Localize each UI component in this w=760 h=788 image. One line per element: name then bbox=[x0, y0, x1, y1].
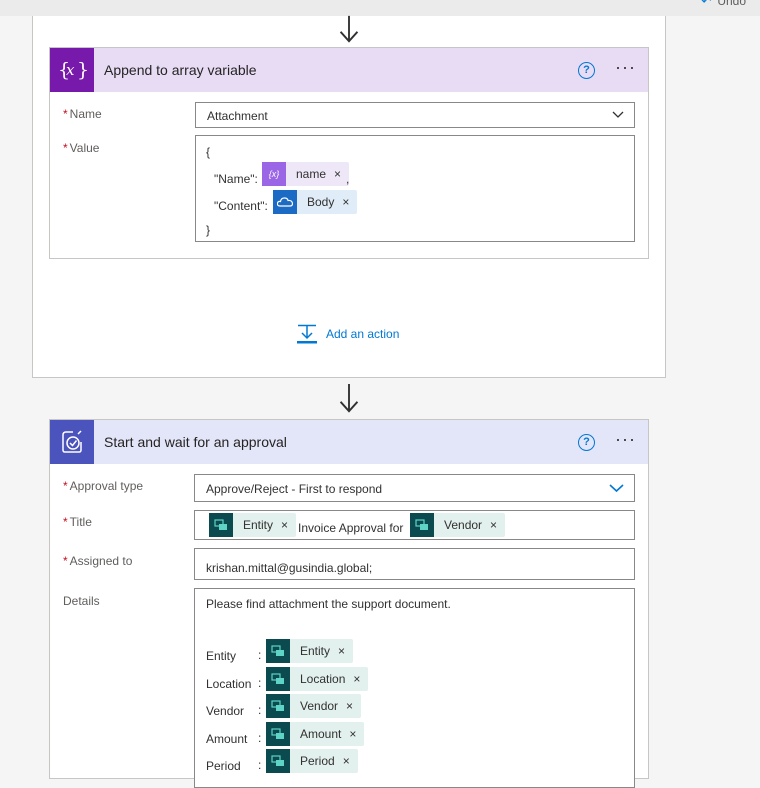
help-icon[interactable]: ? bbox=[578, 433, 596, 451]
name-token[interactable]: {x} name × bbox=[262, 162, 350, 186]
chevron-down-icon bbox=[612, 111, 624, 118]
remove-token-icon[interactable]: × bbox=[273, 518, 296, 532]
approval-type-dropdown[interactable]: Approve/Reject - First to respond bbox=[194, 474, 635, 502]
details-label: Details bbox=[63, 594, 100, 608]
chevron-down-icon bbox=[609, 484, 624, 493]
undo-button[interactable]: ↶ Undo bbox=[701, 0, 746, 8]
name-label: * Name bbox=[63, 107, 102, 121]
dataverse-icon bbox=[410, 513, 434, 537]
undo-icon: ↶ bbox=[701, 0, 712, 8]
remove-token-icon[interactable]: × bbox=[345, 672, 368, 686]
add-action-icon bbox=[297, 324, 317, 344]
append-card-header[interactable]: { x } Append to array variable ? ··· bbox=[50, 48, 648, 92]
entity-token[interactable]: Entity × bbox=[209, 513, 297, 537]
period-token[interactable]: Period × bbox=[266, 749, 358, 773]
title-label: * Title bbox=[63, 515, 92, 529]
help-icon[interactable]: ? bbox=[578, 61, 596, 79]
approval-card-header[interactable]: Start and wait for an approval ? ··· bbox=[50, 420, 648, 464]
vendor-token[interactable]: Vendor × bbox=[266, 694, 362, 718]
top-bar bbox=[0, 0, 760, 16]
svg-text:x: x bbox=[66, 61, 75, 79]
assigned-to-input[interactable]: krishan.mittal@gusindia.global; bbox=[194, 548, 635, 580]
variable-icon: { x } bbox=[50, 48, 94, 92]
amount-token[interactable]: Amount × bbox=[266, 722, 365, 746]
remove-token-icon[interactable]: × bbox=[482, 518, 505, 532]
svg-text:}: } bbox=[77, 59, 87, 81]
more-options-icon[interactable]: ··· bbox=[615, 430, 636, 450]
dataverse-icon bbox=[266, 694, 290, 718]
approval-type-label: * Approval type bbox=[63, 479, 144, 493]
flow-arrow-icon bbox=[339, 15, 359, 43]
dataverse-icon bbox=[209, 513, 233, 537]
add-action-button[interactable]: Add an action bbox=[296, 324, 399, 344]
onedrive-icon bbox=[273, 190, 297, 214]
append-to-array-card: { x } Append to array variable ? ··· *Na… bbox=[49, 47, 649, 259]
location-token[interactable]: Location × bbox=[266, 667, 369, 691]
name-dropdown[interactable]: Attachment bbox=[195, 102, 635, 128]
dataverse-icon bbox=[266, 749, 290, 773]
dataverse-icon bbox=[266, 667, 290, 691]
title-field[interactable]: Entity × Invoice Approval for Vendor × bbox=[194, 510, 635, 540]
remove-token-icon[interactable]: × bbox=[338, 699, 361, 713]
dataverse-icon bbox=[266, 722, 290, 746]
dataverse-icon bbox=[266, 639, 290, 663]
variable-icon: {x} bbox=[262, 162, 286, 186]
value-label: * Value bbox=[63, 141, 100, 155]
remove-token-icon[interactable]: × bbox=[341, 727, 364, 741]
entity-token[interactable]: Entity × bbox=[266, 639, 354, 663]
more-options-icon[interactable]: ··· bbox=[615, 58, 636, 78]
approval-card: Start and wait for an approval ? ··· * Ap… bbox=[49, 419, 649, 788]
remove-token-icon[interactable]: × bbox=[334, 195, 357, 209]
vendor-token[interactable]: Vendor × bbox=[410, 513, 506, 537]
approval-card-title: Start and wait for an approval bbox=[104, 434, 287, 450]
assigned-to-label: * Assigned to bbox=[63, 554, 133, 568]
approval-icon bbox=[50, 420, 94, 464]
remove-token-icon[interactable]: × bbox=[330, 644, 353, 658]
flow-arrow-icon bbox=[339, 384, 359, 413]
body-token[interactable]: Body × bbox=[273, 190, 358, 214]
details-editor[interactable]: Please find attachment the support docum… bbox=[194, 588, 635, 788]
value-editor[interactable]: { "Name": {x} name × , "Content": Body ×… bbox=[195, 135, 635, 242]
append-card-title: Append to array variable bbox=[104, 62, 257, 78]
